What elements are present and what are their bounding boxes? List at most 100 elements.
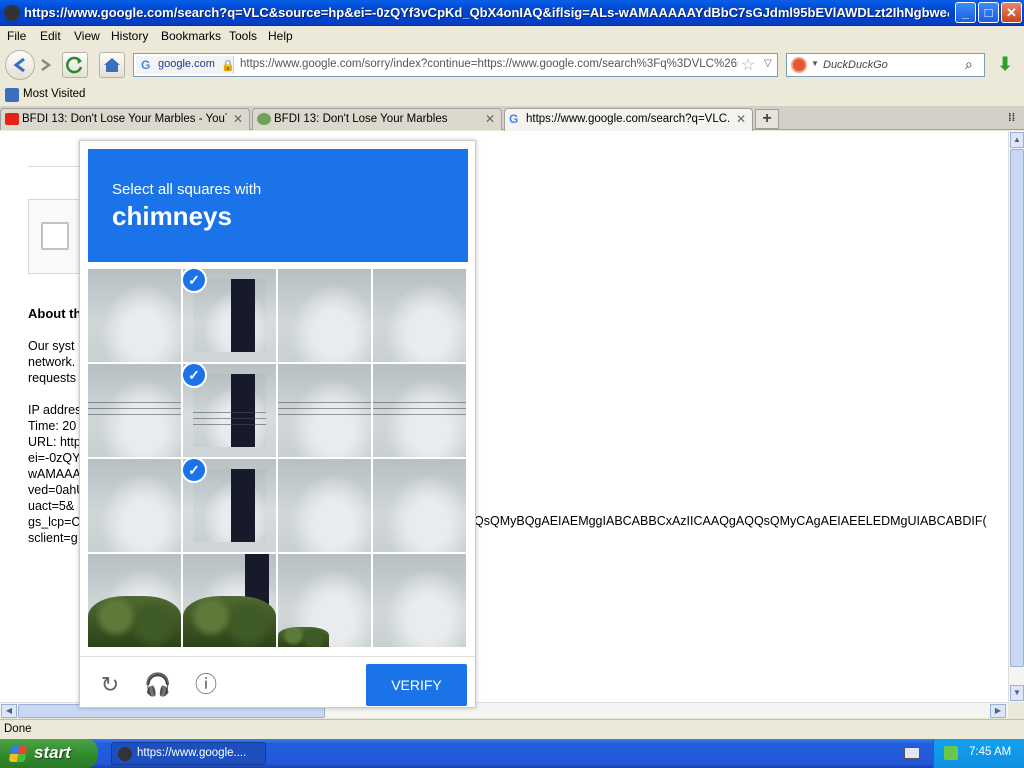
- request-details: IP addres Time: 20 URL: http ei=-0zQY wA…: [28, 402, 85, 546]
- captcha-tile[interactable]: ✓: [183, 269, 276, 362]
- captcha-tile[interactable]: [88, 364, 181, 457]
- scroll-down-icon[interactable]: ▼: [1010, 685, 1024, 701]
- tab-label: BFDI 13: Don't Lose Your Marbles - YouT.…: [22, 113, 227, 125]
- recaptcha-checkbox[interactable]: [41, 222, 69, 250]
- tile-image: [193, 374, 266, 447]
- power-line: [373, 408, 466, 409]
- captcha-tile[interactable]: [278, 269, 371, 362]
- taskbar-item-firefox[interactable]: https://www.google....: [111, 742, 266, 765]
- tab-label: https://www.google.com/search?q=VLC...: [526, 113, 731, 125]
- captcha-tile[interactable]: [183, 554, 276, 647]
- start-button[interactable]: start: [0, 739, 98, 768]
- text-line: requests: [28, 371, 76, 385]
- audio-challenge-icon[interactable]: 🎧: [144, 671, 172, 699]
- scroll-left-icon[interactable]: ◀: [1, 704, 17, 718]
- close-tab-icon[interactable]: ✕: [485, 112, 495, 126]
- window-title: https://www.google.com/search?q=VLC&sour…: [24, 5, 949, 20]
- menu-bar: File Edit View History Bookmarks Tools H…: [0, 26, 1024, 46]
- tile-image: [278, 554, 371, 647]
- tab-google-search[interactable]: G https://www.google.com/search?q=VLC...…: [504, 108, 753, 131]
- tab-list-icon[interactable]: ⁞⁞: [1008, 112, 1015, 124]
- tile-image: [373, 459, 466, 552]
- search-placeholder: DuckDuckGo: [823, 59, 888, 71]
- lock-icon: 🔒: [221, 60, 235, 72]
- tab-bfdi[interactable]: BFDI 13: Don't Lose Your Marbles ✕: [252, 108, 502, 130]
- menu-file[interactable]: File: [7, 29, 26, 43]
- challenge-target: chimneys: [112, 201, 232, 231]
- reload-challenge-icon[interactable]: ↻: [96, 671, 124, 699]
- captcha-tile[interactable]: ✓: [183, 364, 276, 457]
- new-tab-button[interactable]: +: [755, 109, 779, 129]
- status-text: Done: [4, 723, 32, 735]
- close-button[interactable]: ✕: [1001, 2, 1022, 23]
- text-line: wAMAAA: [28, 467, 81, 481]
- scroll-corner: [1008, 703, 1024, 719]
- taskbar: start https://www.google.... 7:45 AM: [0, 739, 1024, 768]
- captcha-tile[interactable]: [88, 554, 181, 647]
- close-tab-icon[interactable]: ✕: [233, 112, 243, 126]
- captcha-tile[interactable]: [278, 554, 371, 647]
- verify-button[interactable]: VERIFY: [366, 664, 467, 706]
- tab-strip: BFDI 13: Don't Lose Your Marbles - YouT.…: [0, 106, 1024, 131]
- search-bar[interactable]: ▼ DuckDuckGo ⌕: [786, 53, 985, 77]
- captcha-tile[interactable]: [373, 269, 466, 362]
- text-line: network.: [28, 355, 76, 369]
- close-tab-icon[interactable]: ✕: [736, 112, 746, 126]
- clock: 7:45 AM: [969, 746, 1012, 758]
- scroll-thumb[interactable]: [1010, 149, 1024, 667]
- text-line: ved=0ahU: [28, 483, 86, 497]
- menu-help[interactable]: Help: [268, 29, 293, 43]
- forward-button[interactable]: [36, 52, 58, 78]
- captcha-tile[interactable]: [278, 364, 371, 457]
- menu-view[interactable]: View: [74, 29, 100, 43]
- chimney-shape: [231, 374, 255, 447]
- captcha-tile[interactable]: ✓: [183, 459, 276, 552]
- site-identity[interactable]: G google.com 🔒: [136, 56, 235, 74]
- captcha-tile[interactable]: [88, 269, 181, 362]
- menu-edit[interactable]: Edit: [40, 29, 61, 43]
- search-icon[interactable]: ⌕: [965, 56, 973, 73]
- captcha-tile[interactable]: [278, 459, 371, 552]
- menu-bookmarks[interactable]: Bookmarks: [161, 29, 221, 43]
- engine-dropdown-icon[interactable]: ▼: [811, 59, 819, 68]
- maximize-button[interactable]: □: [978, 2, 999, 23]
- leaf-icon: [257, 113, 271, 125]
- menu-history[interactable]: History: [111, 29, 148, 43]
- info-icon[interactable]: ⓘ: [192, 671, 220, 699]
- menu-tools[interactable]: Tools: [229, 29, 257, 43]
- address-bar[interactable]: G google.com 🔒 https://www.google.com/so…: [133, 53, 778, 77]
- scroll-up-icon[interactable]: ▲: [1010, 132, 1024, 148]
- bookmark-star-icon[interactable]: ☆: [741, 55, 755, 75]
- minimize-button[interactable]: _: [955, 2, 976, 23]
- captcha-tile[interactable]: [373, 554, 466, 647]
- challenge-footer: ↻ 🎧 ⓘ VERIFY: [80, 656, 475, 708]
- captcha-tile[interactable]: [373, 459, 466, 552]
- youtube-icon: [5, 113, 19, 125]
- keyboard-icon[interactable]: [904, 747, 920, 759]
- about-heading: About th: [28, 306, 82, 321]
- bookmark-most-visited[interactable]: Most Visited: [23, 88, 85, 100]
- tile-image: [373, 269, 466, 362]
- captcha-tile[interactable]: [88, 459, 181, 552]
- duckduckgo-icon[interactable]: [791, 57, 807, 73]
- system-tray: 7:45 AM: [933, 739, 1024, 768]
- recaptcha-challenge: Select all squares with chimneys ✓ ✓ ✓ ↻ 🎧…: [79, 140, 476, 708]
- back-button[interactable]: [5, 50, 35, 80]
- home-button[interactable]: [99, 52, 125, 78]
- downloads-button[interactable]: ⬇: [992, 52, 1018, 78]
- reload-button[interactable]: [62, 52, 88, 78]
- tab-bfdi-youtube[interactable]: BFDI 13: Don't Lose Your Marbles - YouT.…: [0, 108, 250, 130]
- navigation-toolbar: G google.com 🔒 https://www.google.com/so…: [0, 46, 1024, 84]
- text-line: gs_lcp=C: [28, 515, 81, 529]
- scroll-right-icon[interactable]: ▶: [990, 704, 1006, 718]
- firefox-icon: [118, 747, 132, 761]
- title-bar: https://www.google.com/search?q=VLC&sour…: [0, 0, 1024, 26]
- vertical-scrollbar[interactable]: ▲ ▼: [1008, 131, 1024, 702]
- tile-image: [88, 269, 181, 362]
- tile-image: [88, 459, 181, 552]
- most-visited-icon: [5, 88, 19, 102]
- network-icon[interactable]: [944, 746, 958, 760]
- captcha-tile[interactable]: [373, 364, 466, 457]
- url-dropdown-icon[interactable]: ▽: [764, 58, 772, 69]
- url-text[interactable]: https://www.google.com/sorry/index?conti…: [240, 58, 738, 70]
